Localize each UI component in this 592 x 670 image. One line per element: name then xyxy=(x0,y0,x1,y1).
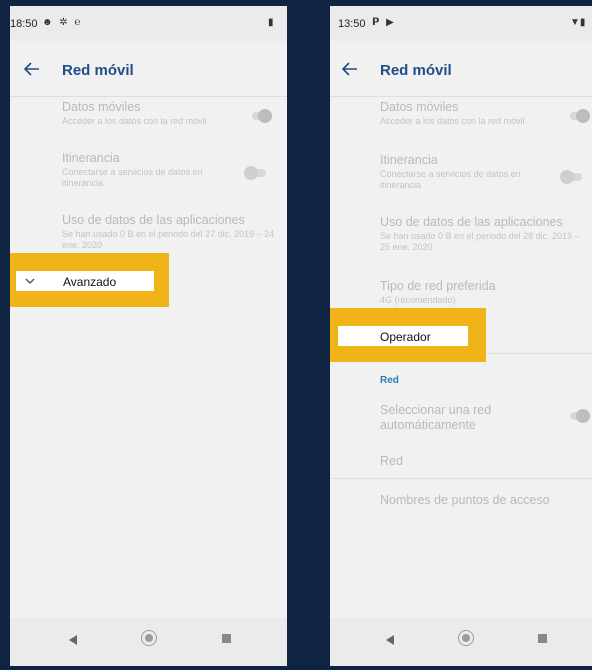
operator-label: Operador xyxy=(380,330,431,344)
roaming-subtitle: Conectarse a servicios de datos en itine… xyxy=(380,169,521,190)
apn-title: Nombres de puntos de acceso xyxy=(380,493,550,507)
status-time: 18:50 xyxy=(10,18,38,30)
chevron-down-icon xyxy=(25,278,35,284)
preferred-network-title: Tipo de red preferida xyxy=(380,279,496,293)
mobile-data-subtitle: Acceder a los datos con la red móvil xyxy=(380,116,525,126)
status-bar: 13:50 𝗣 ▶ ▼▮ xyxy=(330,6,592,41)
nav-home-icon[interactable] xyxy=(458,630,474,646)
navigation-bar xyxy=(330,618,592,666)
mobile-data-title: Datos móviles xyxy=(380,100,459,114)
nav-recents-icon[interactable] xyxy=(222,634,231,643)
nav-back-icon[interactable] xyxy=(69,635,77,645)
mobile-data-item[interactable]: Datos móviles Acceder a los datos con la… xyxy=(380,100,582,127)
nav-recents-icon[interactable] xyxy=(538,634,547,643)
roaming-subtitle: Conectarse a servicios de datos en itine… xyxy=(62,167,203,188)
section-header-red: Red xyxy=(380,375,399,386)
roaming-toggle[interactable] xyxy=(244,166,266,180)
page-title: Red móvil xyxy=(62,62,134,79)
left-phone-screen: 18:50 ☻ ✲ ℮ ▮ Red móvil Datos móviles Ac… xyxy=(10,6,287,666)
mobile-data-toggle[interactable] xyxy=(568,109,590,123)
app-data-usage-item[interactable]: Uso de datos de las aplicaciones Se han … xyxy=(62,213,277,251)
network-title: Red xyxy=(380,454,403,468)
signal-battery-icon: ▼▮ xyxy=(570,17,586,28)
app-data-usage-subtitle: Se han usado 0 B en el periodo del 28 di… xyxy=(380,231,580,252)
nav-home-icon[interactable] xyxy=(141,630,157,646)
toolbar: Red móvil xyxy=(10,41,287,97)
back-arrow-icon[interactable] xyxy=(342,62,358,76)
mobile-data-toggle[interactable] xyxy=(250,109,272,123)
auto-network-title: Seleccionar una red automáticamente xyxy=(380,403,492,432)
toolbar: Red móvil xyxy=(330,41,592,97)
auto-network-toggle[interactable] xyxy=(568,409,590,423)
back-arrow-icon[interactable] xyxy=(24,62,40,76)
divider xyxy=(486,353,592,354)
mobile-data-subtitle: Acceder a los datos con la red móvil xyxy=(62,116,207,126)
navigation-bar xyxy=(10,618,287,666)
notification-icons: 𝗣 ▶ xyxy=(372,17,396,28)
roaming-toggle[interactable] xyxy=(560,170,582,184)
mobile-data-title: Datos móviles xyxy=(62,100,141,114)
battery-icon: ▮ xyxy=(268,17,274,28)
right-phone-screen: 13:50 𝗣 ▶ ▼▮ Red móvil Datos móviles Acc… xyxy=(330,6,592,666)
apn-item[interactable]: Nombres de puntos de acceso xyxy=(380,493,582,508)
app-data-usage-title: Uso de datos de las aplicaciones xyxy=(380,215,563,229)
roaming-item[interactable]: Itinerancia Conectarse a servicios de da… xyxy=(380,153,582,191)
auto-network-item[interactable]: Seleccionar una red automáticamente xyxy=(380,403,522,433)
network-item[interactable]: Red xyxy=(380,454,582,469)
app-data-usage-item[interactable]: Uso de datos de las aplicaciones Se han … xyxy=(380,215,582,253)
app-data-usage-title: Uso de datos de las aplicaciones xyxy=(62,213,245,227)
preferred-network-item[interactable]: Tipo de red preferida 4G (recomendado) xyxy=(380,279,582,306)
app-data-usage-subtitle: Se han usado 0 B en el periodo del 27 di… xyxy=(62,229,275,250)
roaming-title: Itinerancia xyxy=(62,151,120,165)
page-title: Red móvil xyxy=(380,62,452,79)
roaming-title: Itinerancia xyxy=(380,153,438,167)
divider xyxy=(330,478,592,479)
status-bar: 18:50 ☻ ✲ ℮ ▮ xyxy=(10,6,287,41)
advanced-label: Avanzado xyxy=(63,275,117,289)
mobile-data-item[interactable]: Datos móviles Acceder a los datos con la… xyxy=(62,100,277,127)
status-time: 13:50 xyxy=(338,18,366,30)
preferred-network-subtitle: 4G (recomendado) xyxy=(380,295,456,305)
notification-icons: ☻ ✲ ℮ xyxy=(42,17,83,28)
nav-back-icon[interactable] xyxy=(386,635,394,645)
